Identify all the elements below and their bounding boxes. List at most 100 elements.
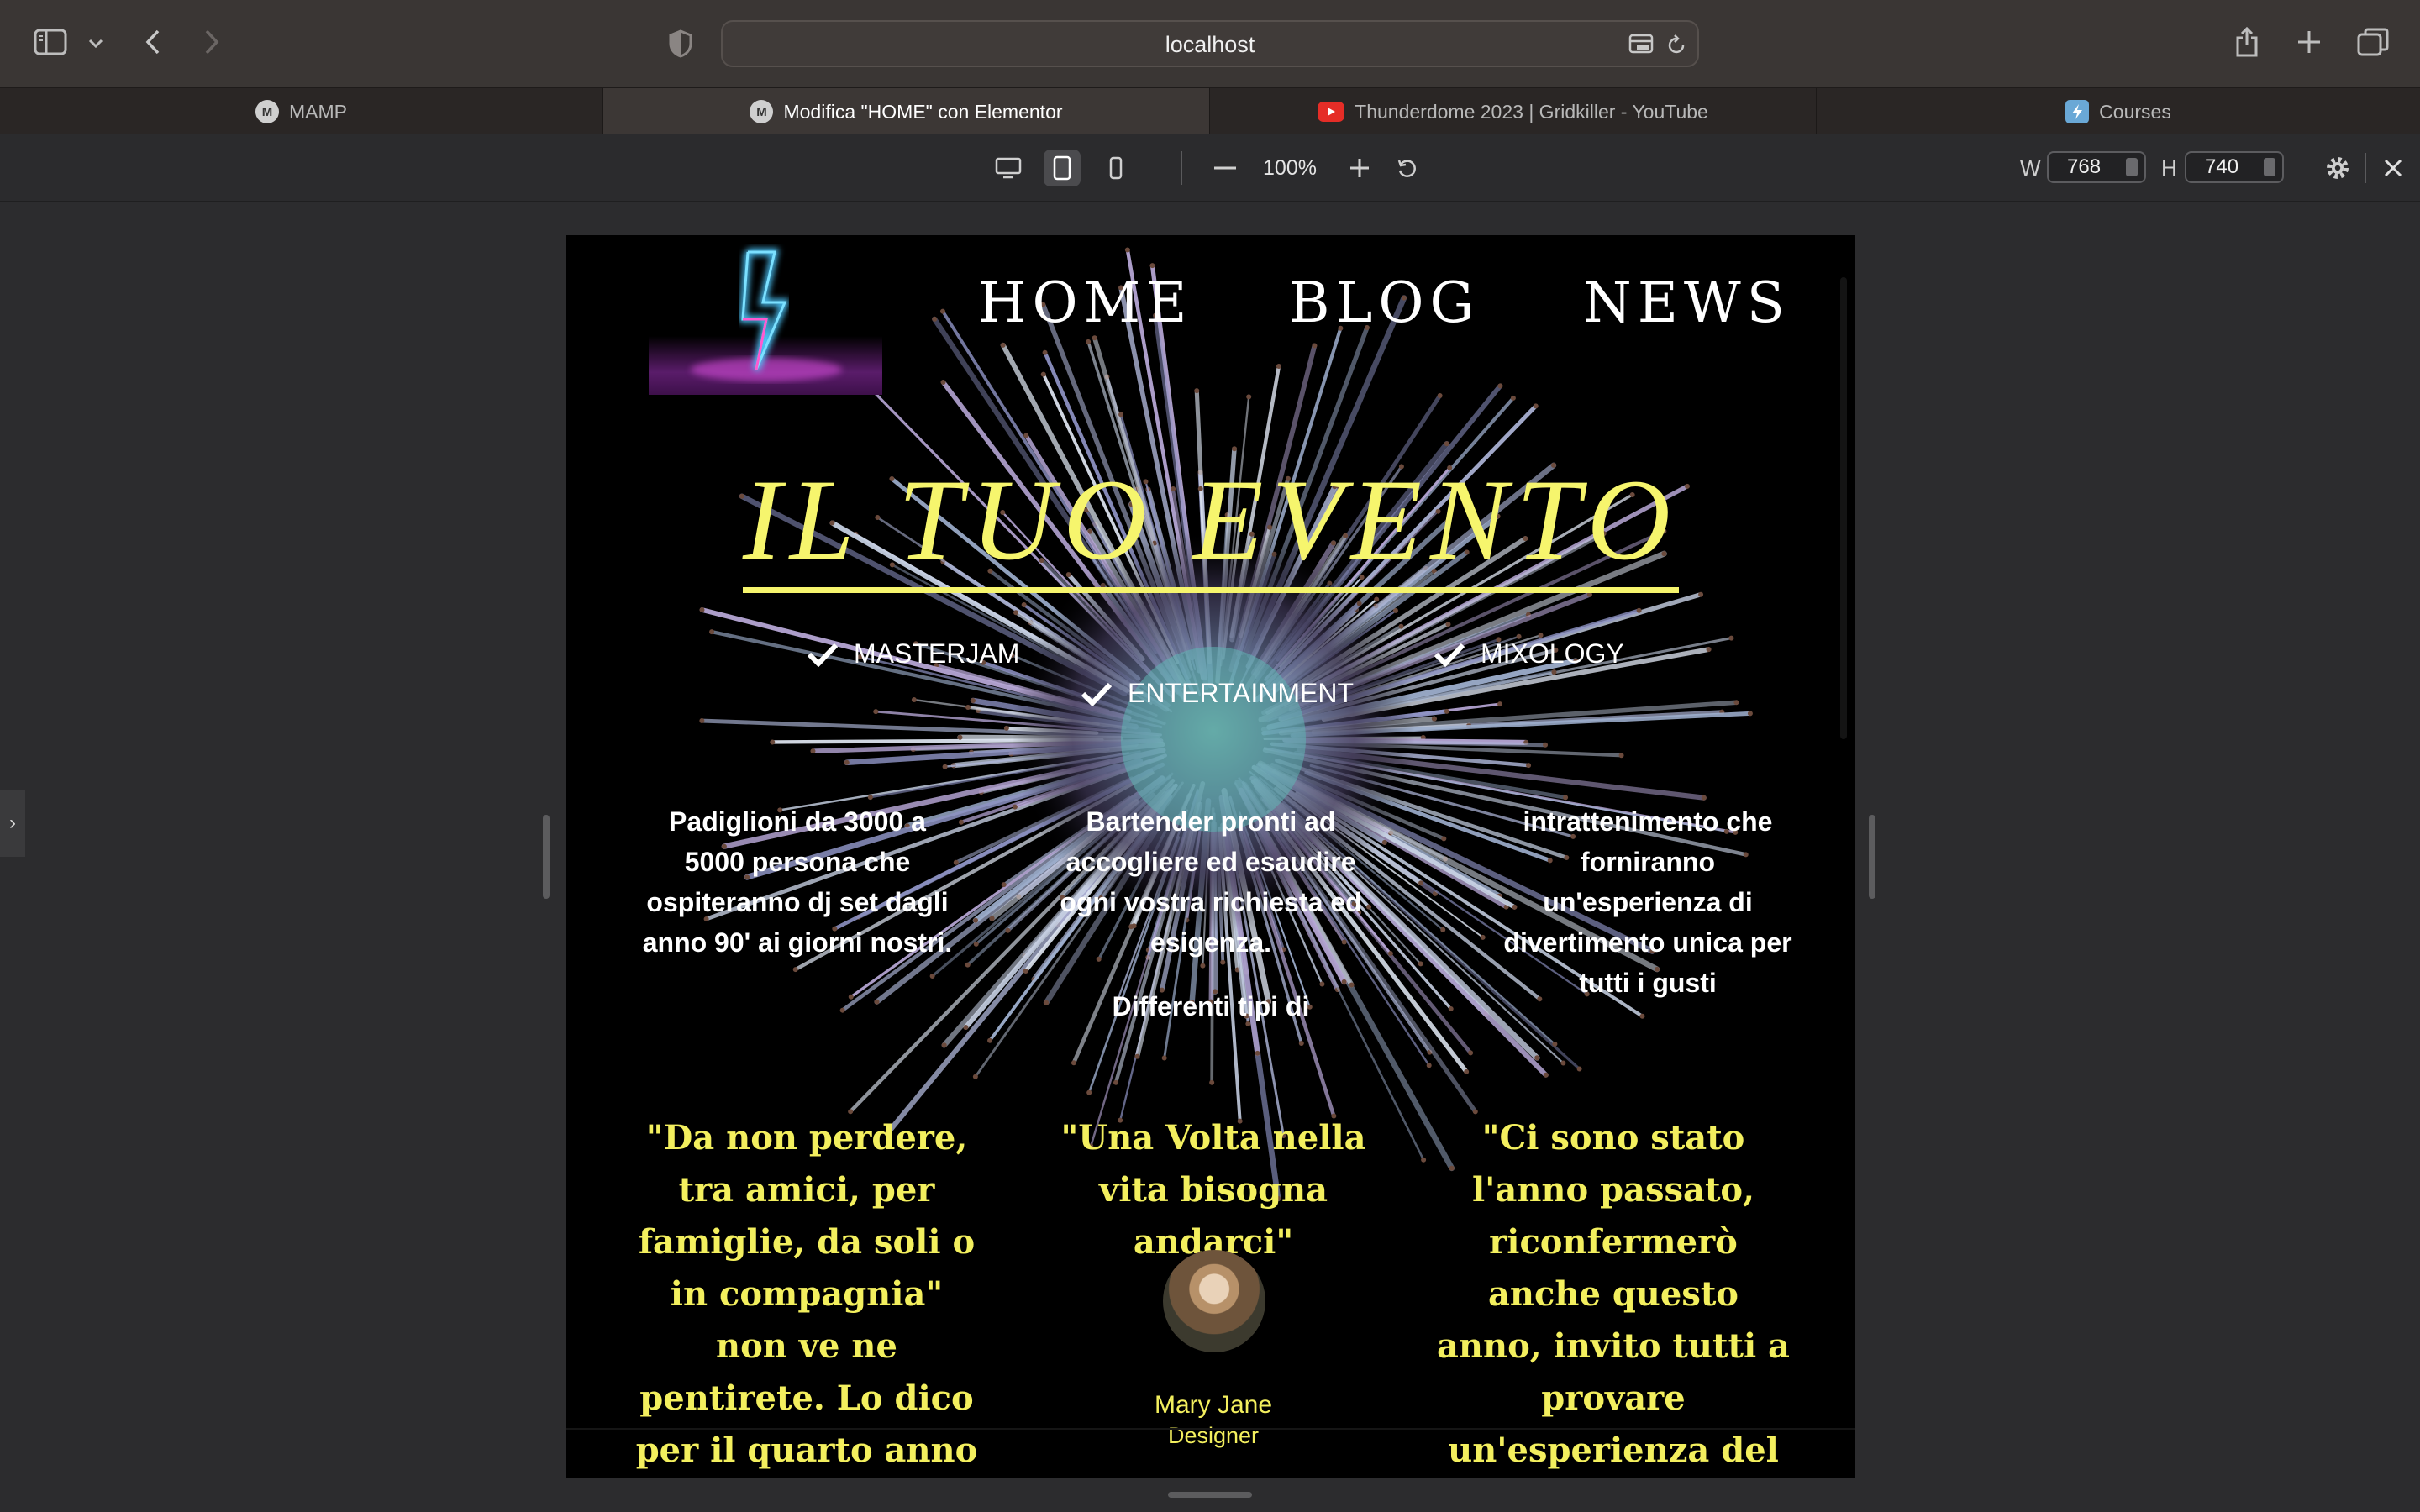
column-text-2: Bartender pronti ad accogliere ed esaudi… — [1060, 806, 1362, 958]
burst-spike-tip — [1418, 880, 1423, 886]
zoom-in-icon[interactable] — [1344, 153, 1375, 183]
tab-overview-icon[interactable] — [2354, 25, 2391, 59]
burst-spike-tip — [1418, 961, 1423, 967]
address-url[interactable]: localhost — [723, 22, 1697, 67]
burst-spike-tip — [844, 759, 850, 765]
burst-spike-tip — [709, 629, 715, 635]
burst-spike-tip — [941, 1042, 947, 1048]
burst-spike-tip — [1468, 1050, 1474, 1056]
youtube-icon — [1318, 102, 1345, 122]
burst-spike-tip — [942, 764, 948, 769]
burst-spike-tip — [1312, 343, 1318, 349]
burst-spike-tip — [699, 718, 705, 724]
check-icon — [807, 643, 839, 667]
testimonial-quote-1: "Da non perdere, tra amici, per famiglie… — [635, 1118, 978, 1470]
nav-blog[interactable]: BLOG — [1289, 270, 1480, 335]
tab-youtube[interactable]: Thunderdome 2023 | Gridkiller - YouTube — [1210, 88, 1817, 135]
column-text-1: Padiglioni da 3000 a 5000 persona che os… — [642, 806, 953, 958]
tablet-view-icon[interactable] — [1044, 150, 1081, 186]
burst-spike-tip — [932, 316, 938, 322]
burst-spike-tip — [1150, 263, 1155, 269]
chevron-down-icon[interactable] — [84, 32, 108, 55]
rotate-icon[interactable] — [1392, 153, 1422, 183]
burst-spike-tip — [1728, 635, 1734, 641]
burst-spike-tip — [1042, 349, 1048, 355]
tab-mamp[interactable]: M MAMP — [0, 88, 603, 135]
burst-spike-tip — [1444, 708, 1449, 714]
burst-spike-tip — [1003, 725, 1009, 731]
forward-icon[interactable] — [198, 25, 225, 59]
burst-spike-tip — [940, 380, 946, 386]
new-tab-icon[interactable] — [2292, 25, 2326, 59]
burst-spike-tip — [1543, 742, 1549, 748]
width-label: W — [2020, 155, 2041, 181]
burst-spike-tip — [1698, 591, 1704, 597]
burst-spike-tip — [1618, 753, 1624, 759]
tab-label: Courses — [2099, 100, 2171, 123]
burst-spike-tip — [1543, 1072, 1549, 1078]
resize-handle-right[interactable] — [1869, 815, 1876, 899]
close-icon[interactable] — [2378, 153, 2408, 183]
divider — [566, 1428, 1855, 1430]
address-bar[interactable]: localhost — [721, 20, 1699, 67]
sidebar-toggle-icon[interactable] — [32, 25, 69, 59]
check-icon — [1434, 643, 1465, 667]
hero-title-text: IL TUO EVENTO — [742, 455, 1680, 593]
check-icon — [1081, 682, 1113, 706]
burst-spike-tip — [1124, 247, 1130, 253]
burst-spike-tip — [792, 967, 798, 973]
burst-spike-tip — [1161, 1055, 1167, 1061]
mamp-icon: M — [750, 100, 774, 123]
privacy-shield-icon[interactable] — [666, 27, 696, 60]
burst-spike-tip — [770, 739, 776, 745]
tab-courses[interactable]: Courses — [1817, 88, 2420, 135]
burst-spike-tip — [1071, 1060, 1076, 1066]
tab-bar: M MAMP M Modifica "HOME" con Elementor T… — [0, 87, 2420, 135]
burst-spike-tip — [1563, 795, 1569, 801]
zoom-level: 100% — [1263, 156, 1317, 180]
burst-spike-tip — [1576, 1066, 1582, 1072]
width-stepper-icon[interactable] — [2126, 158, 2138, 176]
burst-spike-tip — [1001, 882, 1007, 888]
desktop-view-icon[interactable] — [990, 151, 1027, 185]
burst-spike-tip — [867, 795, 873, 801]
burst-spike-tip — [1013, 610, 1019, 616]
burst-spike-tip — [1733, 700, 1739, 706]
nav-news[interactable]: NEWS — [1583, 270, 1791, 335]
width-input[interactable]: 768 — [2047, 151, 2146, 183]
height-value[interactable]: 740 — [2205, 155, 2238, 178]
courses-icon — [2065, 100, 2090, 123]
browser-toolbar: localhost — [0, 0, 2420, 87]
column-text-2b: Differenti tipi di — [1112, 991, 1310, 1021]
resize-handle-bottom[interactable] — [1168, 1492, 1252, 1498]
burst-spike-tip — [1421, 1157, 1427, 1163]
burst-spike-tip — [1441, 836, 1447, 842]
settings-gear-icon[interactable] — [2323, 153, 2353, 183]
reader-view-icon[interactable] — [1627, 32, 1655, 57]
burst-spike-tip — [1341, 979, 1347, 984]
height-input[interactable]: 740 — [2185, 151, 2284, 183]
zoom-out-icon[interactable] — [1210, 153, 1240, 183]
phone-view-icon[interactable] — [1097, 151, 1134, 185]
reload-icon[interactable] — [1664, 32, 1689, 57]
width-value[interactable]: 768 — [2067, 155, 2101, 178]
neon-lightning-logo[interactable] — [649, 244, 882, 395]
column-text-3: intrattenimento che forniranno un'esperi… — [1503, 806, 1792, 998]
share-icon[interactable] — [2230, 24, 2264, 60]
height-label: H — [2161, 155, 2177, 181]
back-icon[interactable] — [139, 25, 166, 59]
tab-elementor[interactable]: M Modifica "HOME" con Elementor — [603, 88, 1210, 135]
burst-spike-tip — [810, 748, 816, 754]
feature-label: MASTERJAM — [854, 638, 1020, 669]
burst-spike-tip — [1387, 951, 1393, 957]
mamp-icon: M — [255, 100, 279, 123]
burst-spike-tip — [1023, 968, 1028, 974]
elementor-panel-toggle[interactable]: › — [0, 790, 25, 857]
height-stepper-icon[interactable] — [2264, 158, 2275, 176]
page-scrollbar[interactable] — [1840, 277, 1847, 739]
nav-home[interactable]: HOME — [978, 270, 1192, 335]
burst-spike-tip — [1538, 633, 1544, 638]
burst-spike-tip — [939, 308, 945, 314]
resize-handle-left[interactable] — [543, 815, 550, 899]
feature-label: MIXOLOGY — [1481, 638, 1624, 669]
